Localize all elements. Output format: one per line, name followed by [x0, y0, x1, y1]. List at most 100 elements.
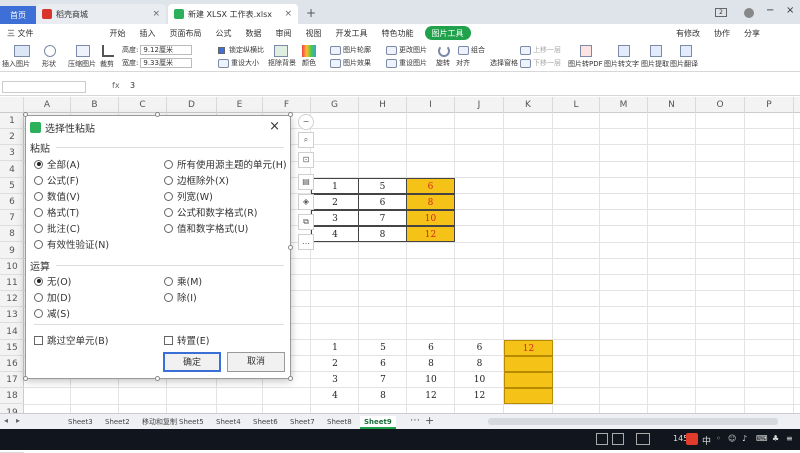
row-header[interactable]: 10: [0, 259, 24, 275]
resize-handle[interactable]: [23, 376, 28, 381]
resize-handle[interactable]: [288, 376, 293, 381]
table-cell[interactable]: 8: [407, 194, 455, 210]
menu-formula[interactable]: 公式: [209, 24, 239, 42]
operation-multiply[interactable]: 乘(M): [164, 274, 202, 288]
menu-data[interactable]: 数据: [239, 24, 269, 42]
more-icon[interactable]: …: [298, 234, 314, 250]
menu-page-layout[interactable]: 页面布局: [163, 24, 209, 42]
combine-button[interactable]: 组合: [458, 45, 485, 55]
width-input[interactable]: 9.33厘米: [140, 58, 193, 68]
table-cell[interactable]: 5: [359, 177, 407, 194]
table-cell[interactable]: [504, 388, 553, 405]
share-button[interactable]: 分享: [744, 28, 760, 39]
table-cell[interactable]: 8: [407, 356, 455, 372]
skip-blanks-checkbox[interactable]: 跳过空单元(B): [34, 333, 108, 347]
row-header[interactable]: 15: [0, 340, 24, 356]
table-cell[interactable]: 6: [407, 340, 455, 356]
page-break-icon[interactable]: [636, 433, 650, 445]
paste-option-formula-number[interactable]: 公式和数字格式(R): [164, 205, 258, 219]
column-header[interactable]: K: [504, 97, 553, 113]
table-cell[interactable]: 6: [359, 356, 407, 372]
column-header[interactable]: B: [71, 97, 119, 113]
table-cell[interactable]: [504, 356, 553, 372]
shape-button[interactable]: 形状: [42, 59, 56, 69]
add-sheet-button[interactable]: +: [425, 414, 434, 427]
close-icon[interactable]: ×: [284, 9, 292, 19]
menu-file[interactable]: 三 文件: [0, 24, 41, 42]
column-header[interactable]: E: [217, 97, 263, 113]
reset-size-button[interactable]: 重设大小: [218, 58, 259, 68]
horizontal-scrollbar[interactable]: [488, 418, 778, 425]
tab-file[interactable]: 新建 XLSX 工作表.xlsx ×: [168, 4, 298, 24]
table-cell[interactable]: 8: [359, 388, 407, 404]
rotate-button[interactable]: 旋转: [436, 58, 450, 68]
table-cell[interactable]: 6: [455, 340, 504, 356]
table-cell[interactable]: 3: [311, 210, 359, 227]
column-header[interactable]: P: [745, 97, 794, 113]
tab-home[interactable]: 首页: [0, 6, 36, 24]
resize-handle[interactable]: [155, 376, 160, 381]
column-header[interactable]: F: [263, 97, 311, 113]
sheet-tab[interactable]: Sheet4: [212, 416, 245, 429]
send-backward-button[interactable]: 下移一层: [520, 58, 561, 68]
menu-picture-tools[interactable]: 图片工具: [424, 26, 471, 40]
close-window-icon[interactable]: ×: [786, 5, 794, 16]
table-cell[interactable]: 10: [407, 210, 455, 227]
table-cell[interactable]: 2: [311, 194, 359, 210]
table-cell[interactable]: 7: [359, 210, 407, 227]
row-header[interactable]: 13: [0, 307, 24, 324]
bring-forward-button[interactable]: 上移一层: [520, 45, 561, 55]
matting-button[interactable]: 抠除背景: [268, 58, 296, 68]
translate-button[interactable]: 图片翻译: [670, 59, 698, 69]
formula-input[interactable]: 3: [130, 81, 135, 90]
cancel-button[interactable]: 取消: [227, 352, 285, 372]
operation-none[interactable]: 无(O): [34, 274, 71, 288]
column-header[interactable]: G: [311, 97, 359, 113]
menu-icon[interactable]: ≡: [786, 434, 793, 443]
table-cell[interactable]: 6: [407, 177, 455, 194]
ime-mode[interactable]: 中: [702, 434, 711, 447]
row-header[interactable]: 3: [0, 145, 24, 162]
collaborate-button[interactable]: 协作: [714, 28, 730, 39]
select-all-corner[interactable]: [0, 97, 24, 113]
sheet-tab[interactable]: Sheet8: [323, 416, 356, 429]
menu-view[interactable]: 视图: [299, 24, 329, 42]
paste-option-source-theme[interactable]: 所有使用源主题的单元(H): [164, 157, 287, 171]
table-cell[interactable]: 6: [359, 194, 407, 210]
row-header[interactable]: 1: [0, 113, 24, 129]
effect-button[interactable]: 图片效果: [330, 58, 371, 68]
resize-handle[interactable]: [288, 245, 293, 250]
paste-option-comments[interactable]: 批注(C): [34, 221, 80, 235]
sheet-tab[interactable]: Sheet5: [175, 416, 208, 429]
to-pdf-button[interactable]: 图片转PDF: [568, 59, 603, 69]
table-cell[interactable]: 7: [359, 372, 407, 388]
paste-option-column-width[interactable]: 列宽(W): [164, 189, 213, 203]
crop-button[interactable]: 裁剪: [100, 59, 114, 69]
operation-divide[interactable]: 除(I): [164, 290, 197, 304]
ime-logo-icon[interactable]: [686, 433, 698, 445]
resize-handle[interactable]: [155, 112, 160, 117]
paste-option-formula[interactable]: 公式(F): [34, 173, 79, 187]
more-sheets-icon[interactable]: ⋯: [410, 415, 420, 426]
zoom-icon[interactable]: ⌕: [298, 132, 314, 148]
paste-option-all[interactable]: 全部(A): [34, 157, 80, 171]
table-cell[interactable]: 5: [359, 340, 407, 356]
paste-option-validation[interactable]: 有效性验证(N): [34, 237, 109, 251]
effect-tool-icon[interactable]: ◈: [298, 194, 314, 210]
paste-option-format[interactable]: 格式(T): [34, 205, 79, 219]
lock-ratio-checkbox[interactable]: 锁定纵横比: [218, 45, 264, 55]
sheet-tab[interactable]: Sheet6: [249, 416, 282, 429]
minimize-icon[interactable]: −: [766, 5, 774, 16]
collapse-icon[interactable]: −: [298, 114, 314, 130]
paste-option-no-borders[interactable]: 边框除外(X): [164, 173, 229, 187]
table-cell[interactable]: 2: [311, 356, 359, 372]
resize-handle[interactable]: [23, 112, 28, 117]
row-header[interactable]: 14: [0, 324, 24, 340]
table-cell[interactable]: 12: [455, 388, 504, 404]
align-button[interactable]: 对齐: [456, 58, 470, 68]
new-tab-button[interactable]: +: [306, 6, 316, 20]
select-pane-button[interactable]: 选择窗格: [490, 58, 518, 68]
menu-review[interactable]: 审阅: [269, 24, 299, 42]
row-header[interactable]: 6: [0, 194, 24, 210]
table-cell[interactable]: 12: [504, 339, 553, 356]
